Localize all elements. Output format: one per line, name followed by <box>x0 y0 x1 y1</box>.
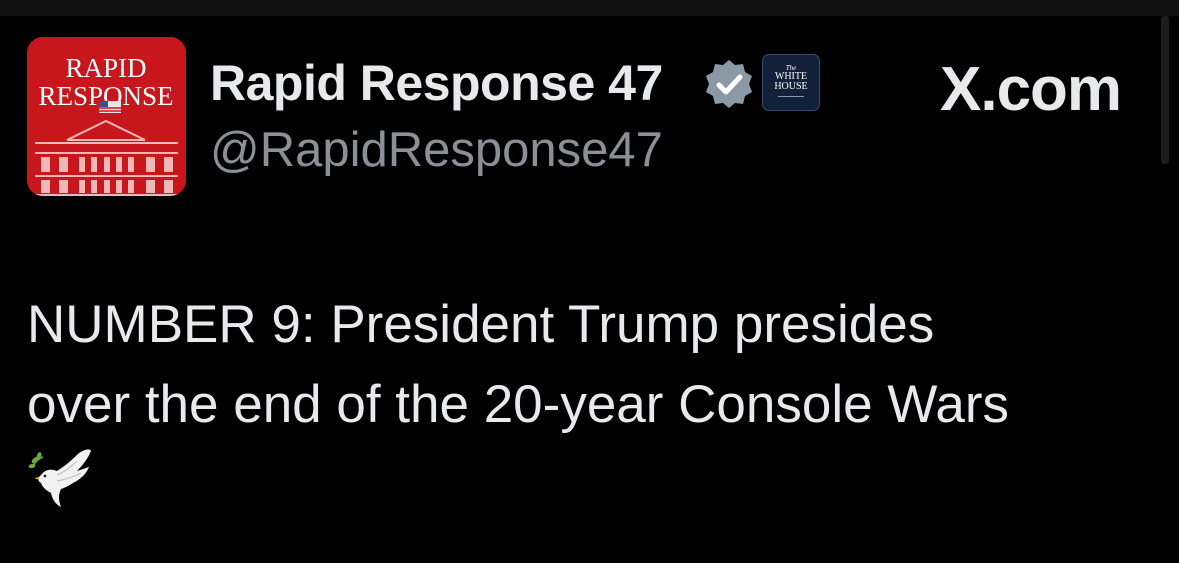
author-display-name[interactable]: Rapid Response 47 <box>210 52 663 114</box>
avatar-text-rapid: RAPID <box>65 53 146 83</box>
avatar[interactable]: RAPID RESPONSE <box>27 37 186 196</box>
scrollbar[interactable] <box>1161 16 1169 164</box>
post-text: NUMBER 9: President Trump presides over … <box>27 285 1162 445</box>
author-handle[interactable]: @RapidResponse47 <box>210 120 663 180</box>
white-house-affiliate-badge[interactable]: The WHITE HOUSE <box>762 54 820 111</box>
dove-with-olive-branch-icon <box>27 445 97 515</box>
verified-badge-icon[interactable] <box>703 58 755 110</box>
post-text-line: NUMBER 9: President Trump presides <box>27 295 935 354</box>
affiliate-badge-line2: HOUSE <box>774 81 808 92</box>
post-text-line: over the end of the 20-year Console Wars <box>27 375 1010 434</box>
affiliate-badge-rule <box>778 96 804 97</box>
source-label: X.com <box>940 55 1122 124</box>
white-house-logo-icon: RAPID RESPONSE <box>27 37 186 196</box>
top-edge-strip <box>0 0 1179 16</box>
